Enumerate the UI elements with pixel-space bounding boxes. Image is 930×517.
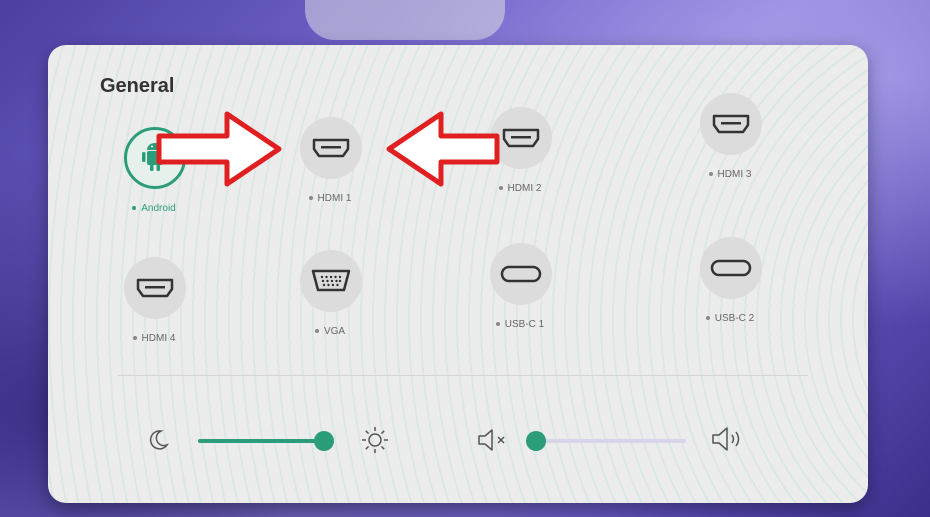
volume-slider-thumb[interactable] (526, 431, 546, 451)
hdmi-icon (124, 257, 186, 319)
divider (118, 375, 808, 376)
source-usb-c-2[interactable]: USB-C 2 (670, 237, 790, 347)
hdmi-icon (700, 93, 762, 155)
source-usb-c-1[interactable]: USB-C 1 (460, 243, 580, 353)
brightness-slider[interactable] (198, 431, 334, 451)
annotation-arrow-right-icon (156, 111, 282, 187)
usb-c-icon (490, 243, 552, 305)
moon-icon (149, 430, 170, 450)
mute-icon (478, 429, 505, 451)
source-hdmi-1[interactable]: HDMI 1 (270, 117, 390, 227)
source-label: USB-C 1 (460, 319, 580, 330)
source-label: HDMI 4 (94, 333, 214, 344)
source-hdmi-4[interactable]: HDMI 4 (94, 257, 214, 367)
vga-icon (300, 250, 362, 312)
source-label: USB-C 2 (670, 313, 790, 324)
speaker-icon (712, 427, 740, 451)
volume-slider[interactable] (526, 431, 686, 451)
sun-icon (362, 427, 388, 453)
source-label: VGA (270, 326, 390, 337)
hdmi-icon (300, 117, 362, 179)
annotation-arrow-left-icon (386, 111, 500, 187)
source-vga[interactable]: VGA (270, 250, 390, 360)
source-hdmi-3[interactable]: HDMI 3 (670, 93, 790, 203)
section-title: General (100, 75, 175, 97)
brightness-slider-fill (198, 439, 324, 443)
source-label: HDMI 1 (270, 193, 390, 204)
header-tab (305, 0, 505, 40)
source-label: HDMI 3 (670, 169, 790, 180)
usb-c-icon (700, 237, 762, 299)
source-label: Android (94, 203, 214, 214)
brightness-slider-thumb[interactable] (314, 431, 334, 451)
